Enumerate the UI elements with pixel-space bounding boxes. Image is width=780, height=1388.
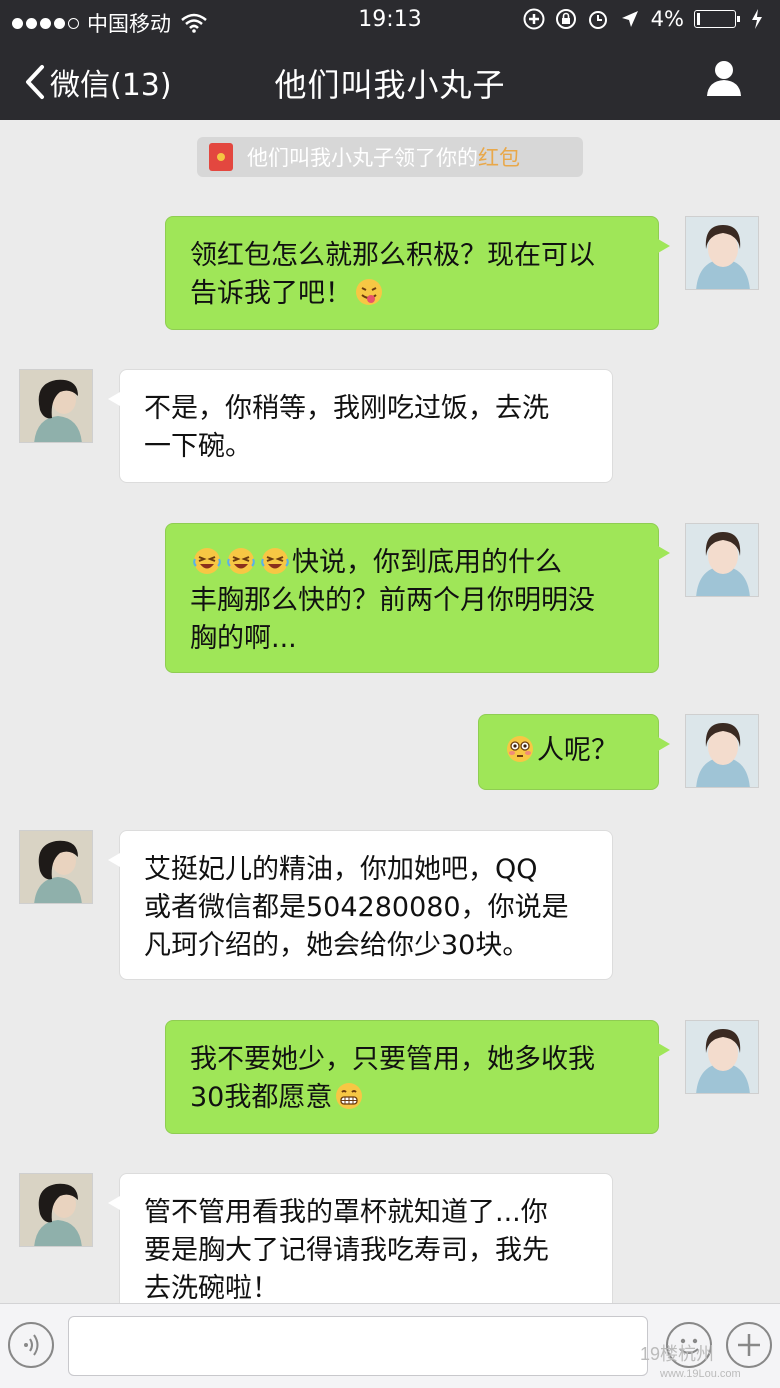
message-text: 胸的啊... (190, 623, 297, 654)
message-bubble[interactable]: 艾挺妃儿的精油，你加她吧，QQ 或者微信都是504280080，你说是 凡珂介绍… (108, 830, 613, 980)
grin-emoji-icon (334, 1081, 364, 1111)
location-arrow-icon (619, 8, 641, 30)
charging-bolt-icon (746, 8, 768, 30)
message-text: 凡珂介绍的，她会给你少30块。 (144, 930, 530, 961)
top-bar: 中国移动 19:13 4% 微信(13) 他们叫我小丸子 (0, 0, 780, 120)
laughing-emoji-icon (192, 546, 222, 576)
tongue-out-emoji-icon (354, 277, 384, 307)
voice-input-button[interactable] (8, 1322, 54, 1368)
message-bubble[interactable]: 管不管用看我的罩杯就知道了...你 要是胸大了记得请我吃寿司，我先 去洗碗啦！ (108, 1173, 613, 1303)
navigation-bar: 微信(13) 他们叫我小丸子 (0, 40, 780, 120)
person-icon (707, 61, 741, 96)
message-bubble[interactable]: 领红包怎么就那么积极？现在可以 告诉我了吧！ (165, 216, 670, 330)
message-bubble[interactable]: 我不要她少，只要管用，她多收我 30我都愿意 (165, 1020, 670, 1134)
message-text-field[interactable] (68, 1316, 648, 1376)
message-bubble[interactable]: 快说，你到底用的什么 丰胸那么快的？前两个月你明明没 胸的啊... (165, 523, 670, 673)
my-avatar[interactable] (685, 216, 759, 290)
message-text: 30我都愿意 (190, 1082, 333, 1113)
my-avatar[interactable] (685, 1020, 759, 1094)
message-text: 领红包怎么就那么积极？现在可以 (190, 240, 595, 271)
red-packet-notice-text: 他们叫我小丸子领了你的 (247, 146, 478, 170)
plus-icon (738, 1334, 760, 1356)
message-text: 不是，你稍等，我刚吃过饭，去洗 (144, 393, 549, 424)
contact-avatar[interactable] (19, 830, 93, 904)
message-text: 一下碗。 (144, 431, 252, 462)
laughing-emoji-icon (226, 546, 256, 576)
red-packet-icon (209, 143, 233, 171)
flushed-emoji-icon (505, 734, 535, 764)
red-packet-notice: 他们叫我小丸子领了你的 红包 (197, 137, 583, 177)
message-bubble[interactable]: 不是，你稍等，我刚吃过饭，去洗 一下碗。 (108, 369, 613, 483)
watermark-logo: 19楼杭州 (640, 1344, 715, 1364)
chat-message-list[interactable]: 他们叫我小丸子领了你的 红包 领红包怎么就那么积极？现在可以 告诉我了吧！ 不是，… (0, 120, 780, 1303)
more-options-button[interactable] (726, 1322, 772, 1368)
add-circle-icon (523, 8, 545, 30)
rotation-lock-icon (555, 8, 577, 30)
status-bar: 中国移动 19:13 4% (0, 0, 780, 40)
my-avatar[interactable] (685, 714, 759, 788)
message-text: 人呢？ (537, 735, 618, 766)
message-text: 丰胸那么快的？前两个月你明明没 (190, 585, 595, 616)
message-text: 快说，你到底用的什么 (292, 547, 562, 578)
battery-icon (694, 10, 740, 28)
message-text: 要是胸大了记得请我吃寿司，我先 (144, 1235, 549, 1266)
laughing-emoji-icon (260, 546, 290, 576)
contact-avatar[interactable] (19, 369, 93, 443)
battery-percent: 4% (650, 7, 684, 31)
chat-title: 他们叫我小丸子 (274, 66, 506, 104)
watermark-url: www.19Lou.com (660, 1368, 741, 1380)
alarm-icon (587, 8, 609, 30)
my-avatar[interactable] (685, 523, 759, 597)
message-text: 去洗碗啦！ (144, 1273, 279, 1303)
contact-avatar[interactable] (19, 1173, 93, 1247)
voice-wave-icon (24, 1334, 39, 1356)
chat-info-button[interactable] (704, 58, 744, 98)
message-text: 或者微信都是504280080，你说是 (144, 892, 569, 923)
message-text: 我不要她少，只要管用，她多收我 (190, 1044, 595, 1075)
message-text: 告诉我了吧！ (190, 278, 352, 309)
message-bubble[interactable]: 人呢？ (478, 714, 670, 790)
message-text: 艾挺妃儿的精油，你加她吧，QQ (144, 854, 538, 885)
red-packet-link[interactable]: 红包 (478, 142, 520, 172)
message-text: 管不管用看我的罩杯就知道了...你 (144, 1197, 548, 1228)
